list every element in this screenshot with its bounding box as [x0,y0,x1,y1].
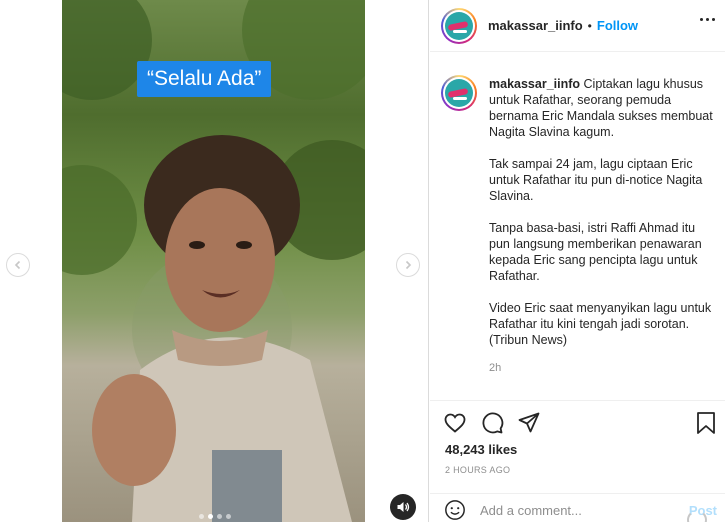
caption-paragraph: Tanpa basa-basi, istri Raffi Ahmad itu p… [489,221,702,283]
video-overlay-label: “Selalu Ada” [137,61,272,97]
follow-button[interactable]: Follow [597,18,638,33]
share-icon[interactable] [517,411,541,435]
carousel-dots [199,514,231,519]
media-stage: “Selalu Ada” [0,0,429,522]
sound-toggle-button[interactable] [390,494,416,520]
post-side-panel: makassar_iinfo • Follow makassar_iinfo C… [430,0,725,522]
bookmark-icon[interactable] [695,411,717,435]
posted-time[interactable]: 2 HOURS AGO [445,465,510,475]
comment-input[interactable] [480,500,680,520]
next-post-button[interactable] [396,253,420,277]
carousel-dot [199,514,204,519]
caption-avatar[interactable] [441,75,477,111]
caption-text: makassar_iinfo Ciptakan lagu khusus untu… [489,76,715,348]
more-icon[interactable] [700,18,715,21]
comment-icon[interactable] [480,411,504,435]
post-header: makassar_iinfo • Follow [430,0,725,52]
caption-username[interactable]: makassar_iinfo [489,77,580,91]
header-username[interactable]: makassar_iinfo [488,18,583,33]
action-bar: 48,243 likes 2 HOURS AGO [430,400,725,493]
chevron-left-icon [14,260,21,270]
carousel-dot [226,514,231,519]
likes-count[interactable]: 48,243 likes [445,442,517,457]
previous-post-button[interactable] [6,253,30,277]
caption-paragraph: Tak sampai 24 jam, lagu ciptaan Eric unt… [489,157,703,203]
caption-paragraph: Video Eric saat menyanyikan lagu untuk R… [489,301,712,347]
caption-section: makassar_iinfo Ciptakan lagu khusus untu… [430,58,725,398]
comment-bar: Post [430,493,725,522]
caption-time[interactable]: 2h [489,362,715,374]
chevron-right-icon [405,260,412,270]
heart-icon[interactable] [443,411,467,435]
speaker-icon [397,502,410,512]
carousel-dot [217,514,222,519]
video-player[interactable]: “Selalu Ada” [62,0,365,522]
carousel-dot-active [208,514,213,519]
avatar[interactable] [441,7,477,44]
header-separator: • [587,18,592,33]
emoji-icon[interactable] [444,499,466,521]
